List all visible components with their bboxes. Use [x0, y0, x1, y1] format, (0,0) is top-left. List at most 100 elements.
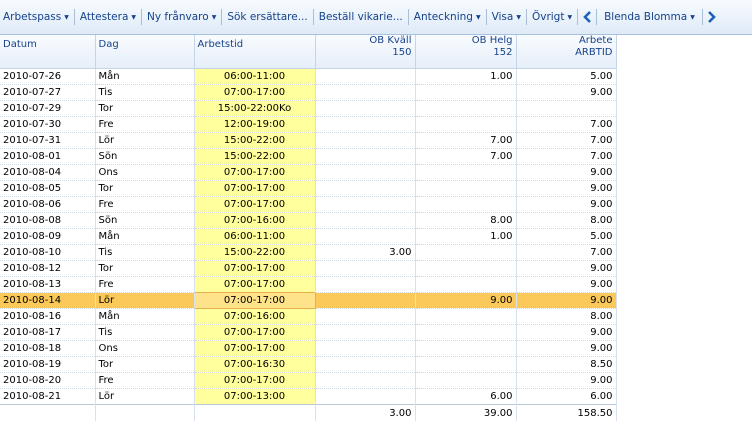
cell-ob-kvall[interactable] [315, 116, 416, 133]
cell-ob-kvall[interactable] [315, 100, 416, 117]
toolbar-button-1[interactable]: Attestera ▼ [77, 6, 139, 28]
table-row[interactable]: 2010-08-01 Sön 15:00-22:00 7.00 7.00 [0, 148, 752, 165]
cell-datum[interactable]: 2010-08-05 [0, 180, 96, 197]
cell-arbete[interactable]: 9.00 [516, 372, 617, 389]
cell-ob-helg[interactable]: 6.00 [415, 388, 517, 405]
cell-ob-kvall[interactable] [315, 180, 416, 197]
cell-ob-helg[interactable] [415, 260, 517, 277]
cell-arbetstid[interactable]: 07:00-16:00 [194, 308, 316, 325]
cell-ob-kvall[interactable] [315, 324, 416, 341]
cell-ob-kvall[interactable] [315, 212, 416, 229]
cell-datum[interactable]: 2010-07-29 [0, 100, 96, 117]
column-header-arbete[interactable]: Arbete ARBTID [516, 35, 617, 69]
table-row[interactable]: 2010-08-09 Mån 06:00-11:00 1.00 5.00 [0, 228, 752, 245]
cell-arbetstid[interactable]: 15:00-22:00Ko [194, 100, 316, 117]
cell-datum[interactable]: 2010-08-08 [0, 212, 96, 229]
cell-ob-helg[interactable]: 7.00 [415, 132, 517, 149]
cell-dag[interactable]: Fre [95, 116, 195, 133]
cell-ob-helg[interactable]: 9.00 [415, 292, 517, 309]
cell-ob-helg[interactable] [415, 372, 517, 389]
cell-dag[interactable]: Tor [95, 100, 195, 117]
column-header-datum[interactable]: Datum [0, 35, 96, 69]
cell-ob-helg[interactable] [415, 100, 517, 117]
cell-dag[interactable]: Tor [95, 356, 195, 373]
person-selector[interactable]: Blenda Blomma ▼ [599, 6, 700, 28]
cell-ob-helg[interactable]: 7.00 [415, 148, 517, 165]
table-row[interactable]: 2010-08-10 Tis 15:00-22:00 3.00 7.00 [0, 244, 752, 261]
cell-dag[interactable]: Mån [95, 68, 195, 85]
cell-arbete[interactable]: 8.00 [516, 212, 617, 229]
cell-arbete[interactable]: 9.00 [516, 340, 617, 357]
cell-ob-kvall[interactable] [315, 340, 416, 357]
cell-dag[interactable]: Tor [95, 260, 195, 277]
cell-arbetstid[interactable]: 07:00-17:00 [194, 324, 316, 341]
table-row[interactable]: 2010-08-05 Tor 07:00-17:00 9.00 [0, 180, 752, 197]
cell-dag[interactable]: Mån [95, 308, 195, 325]
cell-dag[interactable]: Tis [95, 324, 195, 341]
table-row[interactable]: 2010-08-21 Lör 07:00-13:00 6.00 6.00 [0, 388, 752, 405]
cell-datum[interactable]: 2010-08-01 [0, 148, 96, 165]
table-row[interactable]: 2010-07-30 Fre 12:00-19:00 7.00 [0, 116, 752, 133]
cell-ob-helg[interactable] [415, 340, 517, 357]
cell-arbetstid[interactable]: 07:00-17:00 [194, 340, 316, 357]
cell-ob-kvall[interactable] [315, 164, 416, 181]
cell-arbetstid[interactable]: 07:00-17:00 [194, 260, 316, 277]
cell-arbete[interactable]: 5.00 [516, 68, 617, 85]
toolbar-button-7[interactable]: Övrigt ▼ [529, 6, 575, 28]
cell-arbete[interactable] [516, 100, 617, 117]
cell-datum[interactable]: 2010-08-16 [0, 308, 96, 325]
table-row[interactable]: 2010-07-26 Mån 06:00-11:00 1.00 5.00 [0, 68, 752, 85]
table-row[interactable]: 2010-08-04 Ons 07:00-17:00 9.00 [0, 164, 752, 181]
cell-ob-kvall[interactable] [315, 356, 416, 373]
cell-dag[interactable]: Fre [95, 276, 195, 293]
previous-person-button[interactable] [580, 6, 594, 28]
cell-dag[interactable]: Lör [95, 388, 195, 405]
cell-ob-helg[interactable] [415, 276, 517, 293]
cell-arbete[interactable]: 7.00 [516, 148, 617, 165]
cell-arbetstid[interactable]: 07:00-17:00 [194, 372, 316, 389]
cell-ob-kvall[interactable] [315, 132, 416, 149]
cell-ob-helg[interactable] [415, 196, 517, 213]
cell-dag[interactable]: Tis [95, 84, 195, 101]
cell-ob-kvall[interactable] [315, 84, 416, 101]
cell-datum[interactable]: 2010-08-21 [0, 388, 96, 405]
column-header-ob-helg[interactable]: OB Helg 152 [415, 35, 517, 69]
cell-datum[interactable]: 2010-08-14 [0, 292, 96, 309]
cell-arbete[interactable]: 9.00 [516, 292, 617, 309]
cell-ob-kvall[interactable] [315, 372, 416, 389]
cell-arbete[interactable]: 7.00 [516, 132, 617, 149]
cell-datum[interactable]: 2010-08-20 [0, 372, 96, 389]
cell-arbetstid[interactable]: 07:00-17:00 [194, 164, 316, 181]
cell-arbete[interactable]: 7.00 [516, 116, 617, 133]
table-row[interactable]: 2010-08-14 Lör 07:00-17:00 9.00 9.00 [0, 292, 752, 309]
cell-ob-helg[interactable]: 1.00 [415, 68, 517, 85]
table-row[interactable]: 2010-07-27 Tis 07:00-17:00 9.00 [0, 84, 752, 101]
next-person-button[interactable] [705, 6, 719, 28]
table-row[interactable]: 2010-08-06 Fre 07:00-17:00 9.00 [0, 196, 752, 213]
cell-ob-kvall[interactable] [315, 388, 416, 405]
cell-arbetstid[interactable]: 06:00-11:00 [194, 228, 316, 245]
table-row[interactable]: 2010-08-08 Sön 07:00-16:00 8.00 8.00 [0, 212, 752, 229]
cell-arbetstid[interactable]: 07:00-13:00 [194, 388, 316, 405]
table-row[interactable]: 2010-08-16 Mån 07:00-16:00 8.00 [0, 308, 752, 325]
cell-datum[interactable]: 2010-08-09 [0, 228, 96, 245]
toolbar-button-4[interactable]: Beställ vikarie... [316, 6, 406, 28]
cell-dag[interactable]: Sön [95, 212, 195, 229]
cell-ob-kvall[interactable] [315, 260, 416, 277]
cell-ob-helg[interactable] [415, 180, 517, 197]
cell-dag[interactable]: Mån [95, 228, 195, 245]
cell-ob-helg[interactable] [415, 308, 517, 325]
toolbar-button-3[interactable]: Sök ersättare... [224, 6, 310, 28]
cell-ob-helg[interactable] [415, 164, 517, 181]
cell-arbetstid[interactable]: 07:00-17:00 [194, 84, 316, 101]
cell-datum[interactable]: 2010-08-10 [0, 244, 96, 261]
cell-datum[interactable]: 2010-07-30 [0, 116, 96, 133]
cell-datum[interactable]: 2010-08-19 [0, 356, 96, 373]
column-header-dag[interactable]: Dag [95, 35, 195, 69]
toolbar-button-5[interactable]: Anteckning ▼ [411, 6, 484, 28]
cell-datum[interactable]: 2010-08-12 [0, 260, 96, 277]
cell-ob-helg[interactable] [415, 324, 517, 341]
cell-dag[interactable]: Fre [95, 372, 195, 389]
cell-arbete[interactable]: 6.00 [516, 388, 617, 405]
cell-arbetstid[interactable]: 07:00-17:00 [194, 180, 316, 197]
